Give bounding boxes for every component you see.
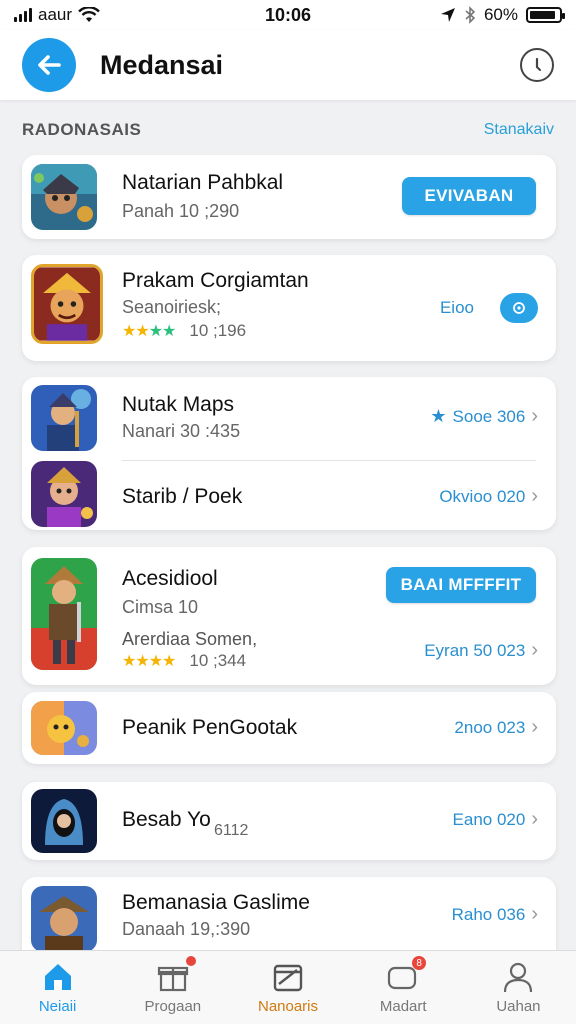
game-card[interactable]: Peanik PenGootak 2noo 023 › bbox=[22, 692, 556, 764]
game-icon-warrior bbox=[31, 264, 103, 344]
game-link-label: Eano 020 bbox=[452, 809, 526, 829]
game-link[interactable]: 2noo 023 › bbox=[454, 716, 538, 739]
game-subtitle: Seanoiriesk; bbox=[122, 297, 222, 317]
game-action-button[interactable]: BAAI MFFFFIT bbox=[386, 567, 536, 603]
game-card-group: Nutak Maps Nanari 30 :435 ★ Sooe 306 › S… bbox=[22, 377, 556, 530]
user-icon bbox=[501, 960, 535, 994]
game-link[interactable]: Eano 020 › bbox=[453, 808, 538, 831]
nav-item-home[interactable]: Neiaii bbox=[0, 951, 115, 1024]
game-link-label: Raho 036 bbox=[451, 904, 526, 924]
nav-label: Uahan bbox=[496, 998, 541, 1015]
nav-label: Madart bbox=[379, 998, 427, 1015]
nav-label: Neiaii bbox=[38, 998, 77, 1015]
nav-label: Progaan bbox=[144, 998, 202, 1015]
chat-icon: 8 bbox=[386, 956, 427, 994]
nav-item-user[interactable]: Uahan bbox=[461, 951, 576, 1024]
section-link[interactable]: Stanakaiv bbox=[484, 121, 554, 139]
chevron-right-icon: › bbox=[531, 808, 538, 830]
game-link[interactable]: Okvioo 020 › bbox=[439, 485, 538, 508]
game-subtitle: Cimsa 10 bbox=[122, 597, 199, 617]
status-time: 10:06 bbox=[264, 4, 312, 25]
page-title: Medansai bbox=[100, 49, 224, 80]
game-link-label: Eioo bbox=[439, 298, 474, 317]
game-link-label: Okvioo 020 bbox=[439, 486, 526, 506]
rating-stars: ★★★★ bbox=[122, 323, 176, 340]
box-icon bbox=[271, 960, 305, 994]
arrow-left-icon bbox=[38, 55, 61, 75]
info-icon bbox=[535, 57, 541, 71]
game-link[interactable]: Eioo bbox=[440, 293, 538, 323]
list-item[interactable]: Starib / Poek Okvioo 020 › bbox=[22, 457, 556, 530]
chevron-right-icon: › bbox=[531, 716, 538, 738]
game-link[interactable]: Raho 036 › bbox=[452, 903, 538, 926]
game-title: Peanik PenGootak bbox=[122, 716, 298, 739]
back-button[interactable] bbox=[22, 38, 76, 92]
notification-badge bbox=[185, 956, 196, 966]
signal-icon bbox=[14, 8, 32, 22]
game-icon-adventurer bbox=[31, 558, 97, 670]
chevron-right-icon: › bbox=[531, 639, 538, 661]
game-link-label: Sooe 306 bbox=[452, 406, 526, 426]
game-title: Natarian Pahbkal bbox=[122, 171, 284, 194]
status-left: aaur bbox=[14, 5, 204, 25]
home-icon bbox=[41, 960, 75, 994]
game-title: Acesidiool bbox=[122, 567, 218, 590]
chevron-right-icon: › bbox=[531, 405, 538, 427]
game-icon-hooded bbox=[31, 789, 97, 853]
info-button[interactable] bbox=[520, 48, 554, 82]
chevron-right-icon: › bbox=[531, 903, 538, 925]
notification-badge: 8 bbox=[412, 956, 427, 970]
wifi-icon bbox=[78, 7, 100, 22]
game-subtitle: Panah 10 ;290 bbox=[122, 201, 240, 221]
game-rating: ★★★★ 10 ;344 bbox=[122, 651, 246, 671]
game-title: Besab Yo bbox=[122, 808, 211, 831]
rating-value: 10 ;196 bbox=[189, 321, 247, 340]
game-icon-puppy bbox=[31, 701, 97, 755]
game-card[interactable]: Prakam Corgiamtan Seanoiriesk; ★★★★ 10 ;… bbox=[22, 255, 556, 361]
game-subtitle: 6112 bbox=[214, 822, 249, 839]
bottom-nav: Neiaii Progaan Nanoaris 8 Madart Uahan bbox=[0, 950, 576, 1024]
nav-item-box[interactable]: Nanoaris bbox=[230, 951, 345, 1024]
gift-icon bbox=[156, 956, 196, 994]
game-title: Bemanasia Gaslime bbox=[122, 891, 310, 914]
game-action-button[interactable]: EVIVABAN bbox=[402, 177, 536, 215]
battery-icon bbox=[526, 7, 565, 23]
game-icon-mage bbox=[31, 385, 97, 451]
game-card[interactable]: Acesidiool Cimsa 10 Arerdiaa Somen, ★★★★… bbox=[22, 547, 556, 685]
bluetooth-icon bbox=[465, 6, 476, 24]
game-link[interactable]: Eyran 50 023 › bbox=[424, 639, 538, 662]
tag-icon bbox=[500, 293, 538, 323]
game-link-label: 2noo 023 bbox=[454, 717, 526, 737]
game-icon-ranger bbox=[31, 886, 97, 952]
location-icon bbox=[440, 8, 455, 22]
list-item[interactable]: Nutak Maps Nanari 30 :435 ★ Sooe 306 › bbox=[22, 377, 556, 453]
game-title: Starib / Poek bbox=[122, 485, 243, 508]
app-header: Medansai bbox=[0, 30, 576, 100]
carrier-label: aaur bbox=[38, 5, 73, 24]
game-link-label: Eyran 50 023 bbox=[424, 640, 526, 660]
game-rating: ★★★★ 10 ;196 bbox=[122, 321, 246, 341]
section-header: RADONASAIS Stanakaiv bbox=[22, 118, 554, 142]
star-icon: ★ bbox=[430, 406, 447, 426]
rating-value: 10 ;344 bbox=[189, 651, 247, 670]
game-card[interactable]: Besab Yo 6112 Eano 020 › bbox=[22, 782, 556, 860]
nav-item-chat[interactable]: 8 Madart bbox=[346, 951, 461, 1024]
game-icon-sorceress bbox=[31, 461, 97, 527]
section-title: RADONASAIS bbox=[22, 120, 142, 139]
battery-percent: 60% bbox=[483, 5, 518, 24]
game-icon-knight bbox=[31, 164, 97, 230]
rating-stars: ★★★★ bbox=[122, 653, 176, 670]
nav-item-gift[interactable]: Progaan bbox=[115, 951, 230, 1024]
nav-label: Nanoaris bbox=[257, 998, 319, 1015]
status-right: 60% bbox=[372, 5, 565, 25]
game-title: Prakam Corgiamtan bbox=[122, 269, 309, 292]
game-description: Arerdiaa Somen, bbox=[122, 629, 258, 649]
chevron-right-icon: › bbox=[531, 485, 538, 507]
game-subtitle: Nanari 30 :435 bbox=[122, 421, 241, 441]
game-title: Nutak Maps bbox=[122, 393, 235, 416]
game-card[interactable]: Natarian Pahbkal Panah 10 ;290 EVIVABAN bbox=[22, 155, 556, 239]
status-bar: aaur 10:06 60% bbox=[0, 0, 576, 30]
game-subtitle: Danaah 19,:390 bbox=[122, 919, 251, 939]
game-link[interactable]: ★ Sooe 306 › bbox=[430, 405, 538, 428]
